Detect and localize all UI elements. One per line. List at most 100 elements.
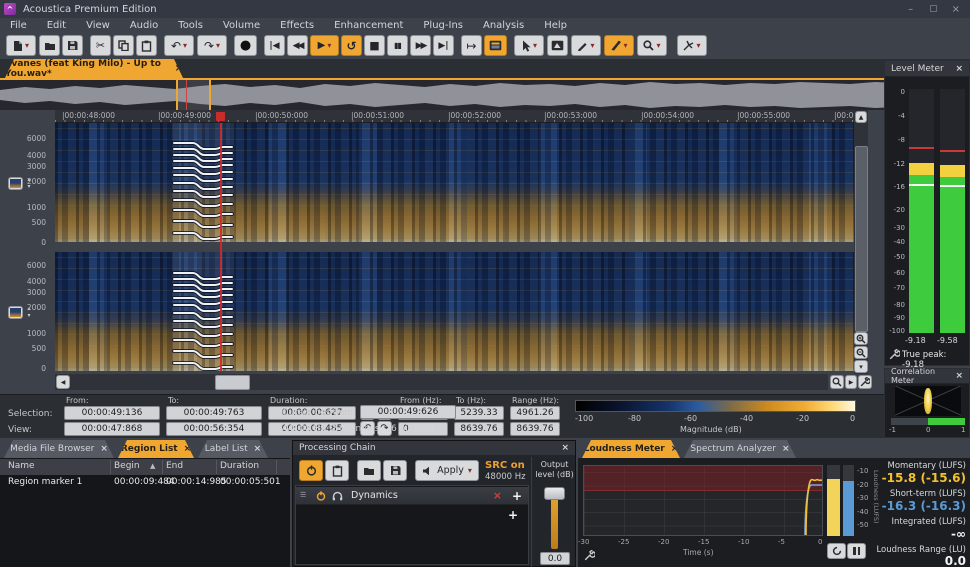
tab-media-file-browser[interactable]: Media File Browser ×: [4, 440, 114, 458]
menu-audio[interactable]: Audio: [120, 20, 168, 31]
ruler-cursor-marker[interactable]: [216, 112, 225, 121]
headphones-icon[interactable]: [332, 491, 343, 501]
save-file-button[interactable]: [62, 35, 83, 56]
spinner-down-icon[interactable]: ▾: [27, 312, 30, 319]
menu-view[interactable]: View: [76, 20, 120, 31]
column-end[interactable]: End: [166, 461, 183, 471]
selection-range-hz-field[interactable]: 4961.26: [510, 406, 560, 420]
level-meter-close-icon[interactable]: ×: [955, 64, 963, 74]
new-file-caret[interactable]: ▾: [25, 42, 29, 50]
add-effect-icon[interactable]: +: [508, 508, 518, 522]
column-begin[interactable]: Begin: [114, 461, 140, 471]
new-file-button[interactable]: ▾: [6, 35, 36, 56]
cut-button[interactable]: ✂: [90, 35, 111, 56]
open-file-button[interactable]: [39, 35, 60, 56]
play-caret[interactable]: ▾: [327, 42, 331, 50]
region-table-row[interactable]: Region marker 1 00:00:09:484 00:00:14:98…: [0, 476, 290, 491]
vertical-zoom-menu-button[interactable]: ▾: [854, 360, 868, 373]
region-table-header[interactable]: Name Begin ▲ End Duration: [0, 459, 290, 475]
document-tab[interactable]: Svanes (feat King Milo) - Up to You.wav*…: [5, 59, 183, 78]
editor-settings-button[interactable]: [858, 375, 872, 389]
selection-to-hz-field[interactable]: 5239.33: [454, 406, 504, 420]
drag-handle-icon[interactable]: ☰: [300, 494, 310, 497]
horizontal-scroll-thumb[interactable]: [215, 375, 250, 390]
correlation-meter-close-icon[interactable]: ×: [955, 371, 963, 381]
scroll-left-button[interactable]: ◀: [56, 375, 70, 389]
view-to-field[interactable]: 00:00:56:354: [166, 422, 262, 436]
view-to-hz-field[interactable]: 8639.76: [454, 422, 504, 436]
undo-caret[interactable]: ▾: [183, 42, 187, 50]
loudness-reset-button[interactable]: [827, 543, 846, 559]
chain-power-button[interactable]: [299, 460, 323, 481]
selection-to-field[interactable]: 00:00:49:763: [166, 406, 262, 420]
loop-playback-button[interactable]: ↺: [341, 35, 362, 56]
tab-close-icon[interactable]: ×: [100, 444, 108, 454]
pen-tool-caret[interactable]: ▾: [590, 42, 594, 50]
pause-button[interactable]: ▮▮: [387, 35, 408, 56]
tab-spectrum-analyzer[interactable]: Spectrum Analyzer ×: [684, 440, 796, 458]
time-ruler[interactable]: |00:00:48:000 |00:00:49:000 |00:00:50:00…: [55, 110, 854, 123]
stop-button[interactable]: ■: [364, 35, 385, 56]
freehand-caret[interactable]: ▾: [623, 42, 627, 50]
menu-file[interactable]: File: [0, 20, 37, 31]
column-name[interactable]: Name: [8, 461, 35, 471]
menu-plugins[interactable]: Plug-Ins: [413, 20, 473, 31]
vertical-scroll-thumb[interactable]: [855, 146, 868, 332]
processing-chain-close-icon[interactable]: ×: [561, 443, 569, 453]
menu-analysis[interactable]: Analysis: [473, 20, 534, 31]
menu-help[interactable]: Help: [534, 20, 577, 31]
wrench-icon[interactable]: [584, 550, 595, 561]
wrench-icon[interactable]: [889, 349, 900, 360]
horizontal-scrollbar[interactable]: ◀: [55, 374, 828, 390]
skip-end-button[interactable]: ▶|: [433, 35, 454, 56]
scroll-right-button[interactable]: ▶: [845, 375, 857, 389]
play-from-cursor-button[interactable]: ↦: [461, 35, 482, 56]
region-tool-button[interactable]: [547, 35, 568, 56]
scroll-up-button[interactable]: ▲: [855, 111, 867, 123]
redo-button[interactable]: ↷▾: [197, 35, 227, 56]
output-level-slider-handle[interactable]: [544, 487, 565, 500]
cursor-position-field[interactable]: 00:00:49:626: [360, 405, 456, 419]
minimize-button[interactable]: –: [908, 4, 913, 15]
output-level-value-field[interactable]: 0.0: [540, 552, 570, 565]
skip-start-button[interactable]: |◀: [264, 35, 285, 56]
fast-forward-button[interactable]: ▶▶: [410, 35, 431, 56]
zoom-tool-caret[interactable]: ▾: [656, 42, 660, 50]
waveform-overview[interactable]: [0, 78, 970, 110]
overview-marker-right[interactable]: [209, 80, 211, 110]
tab-region-list[interactable]: Region List ×: [118, 440, 194, 458]
record-button[interactable]: ●: [234, 35, 257, 56]
freehand-select-tool-button[interactable]: ▾: [604, 35, 634, 56]
zoom-out-vertical-button[interactable]: [854, 346, 868, 359]
pen-tool-button[interactable]: ▾: [571, 35, 601, 56]
remove-effect-icon[interactable]: ×: [493, 489, 502, 502]
overview-marker-left[interactable]: [176, 80, 178, 110]
tab-close-icon[interactable]: ×: [254, 444, 262, 454]
menu-tools[interactable]: Tools: [168, 20, 213, 31]
close-button[interactable]: ×: [952, 4, 960, 15]
zoom-in-vertical-button[interactable]: [854, 332, 868, 345]
selection-from-field[interactable]: 00:00:49:136: [64, 406, 160, 420]
paste-button[interactable]: [136, 35, 157, 56]
rewind-button[interactable]: ◀◀: [287, 35, 308, 56]
view-from-field[interactable]: 00:00:47:868: [64, 422, 160, 436]
column-duration[interactable]: Duration: [220, 461, 259, 471]
tab-loudness-meter[interactable]: Loudness Meter ×: [582, 440, 680, 458]
menu-effects[interactable]: Effects: [270, 20, 324, 31]
menu-enhancement[interactable]: Enhancement: [324, 20, 413, 31]
chain-item-dynamics[interactable]: ☰ Dynamics × +: [296, 487, 528, 505]
view-range-hz-field[interactable]: 8639.76: [510, 422, 560, 436]
document-tab-close-icon[interactable]: ×: [175, 63, 183, 74]
sort-ascending-icon[interactable]: ▲: [150, 462, 155, 470]
copy-button[interactable]: [113, 35, 134, 56]
loudness-pause-button[interactable]: [847, 543, 866, 559]
apply-chain-button[interactable]: Apply ▾: [415, 460, 479, 481]
follow-playback-button[interactable]: [484, 35, 507, 56]
tab-close-icon[interactable]: ×: [184, 444, 192, 454]
chain-load-button[interactable]: [357, 460, 381, 481]
menu-edit[interactable]: Edit: [37, 20, 76, 31]
add-effect-icon[interactable]: +: [512, 489, 522, 503]
selection-tool-button[interactable]: ▾: [514, 35, 544, 56]
misc-tool-caret[interactable]: ▾: [696, 42, 700, 50]
play-button[interactable]: ▶▾: [310, 35, 339, 56]
